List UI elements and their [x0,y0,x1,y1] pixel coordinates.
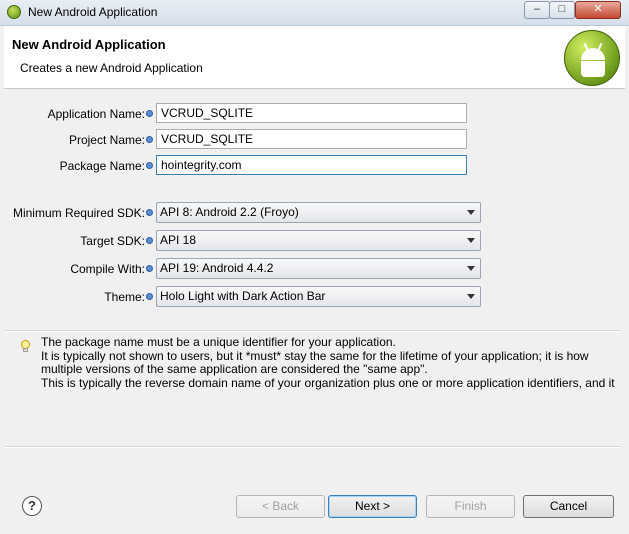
page-title: New Android Application [12,37,166,52]
eclipse-app-icon [7,5,21,19]
info-icon [146,209,153,216]
info-icon [146,136,153,143]
help-icon[interactable]: ? [22,496,42,516]
package-name-input[interactable]: hointegrity.com [156,155,467,175]
theme-select[interactable]: Holo Light with Dark Action Bar [156,286,481,307]
theme-value: Holo Light with Dark Action Bar [160,289,326,303]
application-name-label: Application Name: [47,107,145,121]
info-icon [146,293,153,300]
wizard-header: New Android Application Creates a new An… [4,26,625,89]
window-title-bar[interactable]: New Android Application – □ ✕ [0,0,629,26]
target-sdk-value: API 18 [160,233,197,247]
project-name-input[interactable]: VCRUD_SQLITE [156,129,467,149]
target-sdk-select[interactable]: API 18 [156,230,481,251]
next-button[interactable]: Next > [328,495,417,518]
theme-label: Theme: [104,290,145,304]
min-sdk-select[interactable]: API 8: Android 2.2 (Froyo) [156,202,481,223]
info-icon [146,110,153,117]
chevron-down-icon [467,266,475,271]
help-line: This is typically the reverse domain nam… [41,375,615,390]
help-message: The package name must be a unique identi… [14,334,616,424]
help-line: The package name must be a unique identi… [41,335,396,349]
compile-with-select[interactable]: API 19: Android 4.4.2 [156,258,481,279]
wizard-footer: ? < Back Next > Finish Cancel [0,489,629,534]
wizard-content: Application Name: VCRUD_SQLITE Project N… [0,89,629,489]
chevron-down-icon [467,294,475,299]
close-button[interactable]: ✕ [575,1,621,19]
divider [4,330,621,332]
help-text: The package name must be a unique identi… [41,335,616,390]
help-line: It is typically not shown to users, but … [41,348,589,363]
finish-button[interactable]: Finish [426,495,515,518]
info-icon [146,237,153,244]
chevron-down-icon [467,238,475,243]
cancel-button[interactable]: Cancel [523,495,614,518]
package-name-label: Package Name: [59,159,145,173]
help-line: multiple versions of the same applicatio… [41,362,428,376]
android-logo-icon [564,30,620,86]
compile-with-label: Compile With: [70,262,145,276]
info-icon [146,265,153,272]
lightbulb-icon [21,340,30,352]
minimize-button[interactable]: – [524,1,550,19]
divider [4,446,621,448]
application-name-input[interactable]: VCRUD_SQLITE [156,103,467,123]
compile-with-value: API 19: Android 4.4.2 [160,261,274,275]
target-sdk-label: Target SDK: [80,234,145,248]
min-sdk-label: Minimum Required SDK: [12,206,145,220]
project-name-label: Project Name: [68,133,145,147]
maximize-button[interactable]: □ [549,1,575,19]
min-sdk-value: API 8: Android 2.2 (Froyo) [160,205,299,219]
window-title: New Android Application [28,5,158,19]
info-icon [146,162,153,169]
page-description: Creates a new Android Application [20,61,203,75]
chevron-down-icon [467,210,475,215]
back-button[interactable]: < Back [236,495,325,518]
